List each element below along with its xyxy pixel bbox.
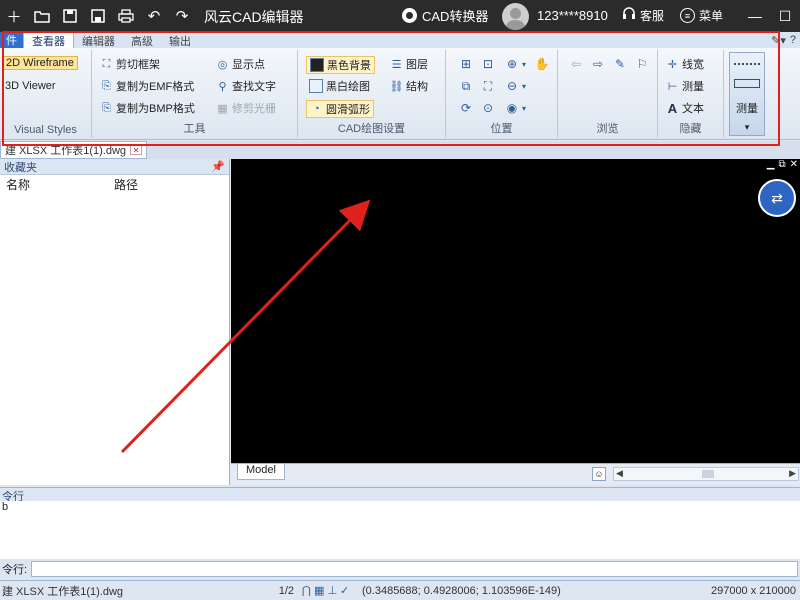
status-page: 1/2 xyxy=(278,584,294,597)
status-size: 297000 x 210000 xyxy=(710,584,796,597)
status-coordinates: (0.3485688; 0.4928006; 1.103596E-149) xyxy=(362,584,561,597)
command-header: 令行 xyxy=(0,487,800,503)
status-icons: ⋂ ▦ ⊥ ✓ xyxy=(302,584,362,597)
command-input-row: 令行: xyxy=(0,559,800,579)
polar-icon[interactable]: ✓ xyxy=(340,584,349,597)
snap-icon[interactable]: ⋂ xyxy=(302,584,311,597)
status-file: 建 XLSX 工作表1(1).dwg xyxy=(2,585,124,598)
command-output: b xyxy=(0,501,800,559)
command-input[interactable] xyxy=(31,561,798,577)
grid-icon[interactable]: ▦ xyxy=(314,584,324,597)
ortho-icon[interactable]: ⊥ xyxy=(327,584,337,597)
status-bar: 建 XLSX 工作表1(1).dwg 1/2 ⋂ ▦ ⊥ ✓ (0.348568… xyxy=(0,580,800,600)
command-input-label: 令行: xyxy=(2,564,28,576)
